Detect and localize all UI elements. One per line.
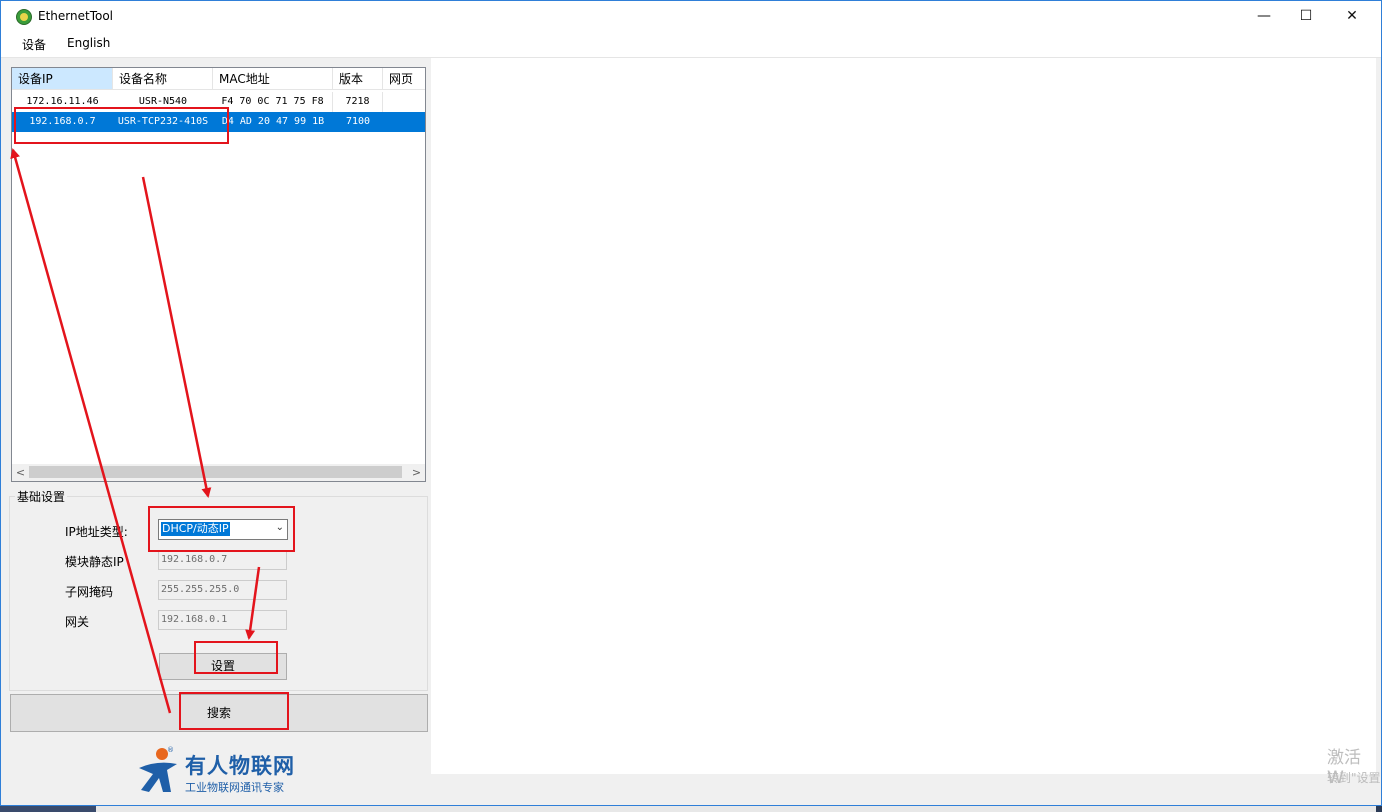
company-logo: ® 有人物联网 工业物联网通讯专家 xyxy=(137,746,307,796)
app-icon xyxy=(16,9,32,25)
column-device-name[interactable]: 设备名称 xyxy=(113,68,213,90)
highlight-selected-device xyxy=(14,107,229,144)
highlight-ip-type xyxy=(148,506,295,552)
maximize-button[interactable]: ☐ xyxy=(1283,1,1329,32)
subnet-mask-field[interactable]: 255.255.255.0 xyxy=(158,580,287,600)
column-webpage[interactable]: 网页 xyxy=(383,68,425,90)
column-mac-address[interactable]: MAC地址 xyxy=(213,68,333,90)
highlight-set-button xyxy=(194,641,278,674)
detail-pane xyxy=(431,58,1376,774)
cell-mac: F4 70 0C 71 75 F8 xyxy=(213,92,333,112)
scrollbar-thumb[interactable] xyxy=(29,466,402,478)
logo-figure-icon xyxy=(139,748,177,792)
basic-settings-title: 基础设置 xyxy=(15,488,68,505)
desktop-strip xyxy=(0,806,96,812)
menu-device[interactable]: 设备 xyxy=(22,36,46,53)
close-button[interactable]: ✕ xyxy=(1329,1,1375,32)
cell-webpage xyxy=(383,92,425,112)
scroll-left-icon[interactable]: < xyxy=(12,464,29,481)
logo-registered-mark: ® xyxy=(167,746,174,754)
cell-webpage xyxy=(383,112,425,132)
activation-watermark-sub: 转到"设置 xyxy=(1327,771,1381,785)
static-ip-label: 模块静态IP xyxy=(65,555,124,569)
column-device-ip[interactable]: 设备IP xyxy=(12,68,113,90)
minimize-button[interactable]: — xyxy=(1241,1,1287,32)
background-window-strip xyxy=(96,806,1376,812)
device-list-header: 设备IP 设备名称 MAC地址 版本 网页 xyxy=(12,68,425,91)
menu-english[interactable]: English xyxy=(67,36,110,50)
subnet-mask-label: 子网掩码 xyxy=(65,585,114,599)
window-title: EthernetTool xyxy=(38,9,113,23)
gateway-field[interactable]: 192.168.0.1 xyxy=(158,610,287,630)
highlight-search-button xyxy=(179,692,289,730)
static-ip-field[interactable]: 192.168.0.7 xyxy=(158,550,287,570)
column-version[interactable]: 版本 xyxy=(333,68,383,90)
logo-name: 有人物联网 xyxy=(185,754,295,778)
cell-version: 7218 xyxy=(333,92,383,112)
gateway-label: 网关 xyxy=(65,615,90,629)
title-bar: EthernetTool — ☐ ✕ xyxy=(1,1,1381,32)
cell-mac: D4 AD 20 47 99 1B xyxy=(221,116,325,127)
cell-version: 7100 xyxy=(345,116,371,127)
logo-slogan: 工业物联网通讯专家 xyxy=(185,781,284,794)
scroll-right-icon[interactable]: > xyxy=(408,464,425,481)
ip-type-label: IP地址类型: xyxy=(65,525,128,539)
menu-bar: 设备 English xyxy=(1,32,1381,58)
horizontal-scrollbar[interactable]: < > xyxy=(12,464,425,481)
